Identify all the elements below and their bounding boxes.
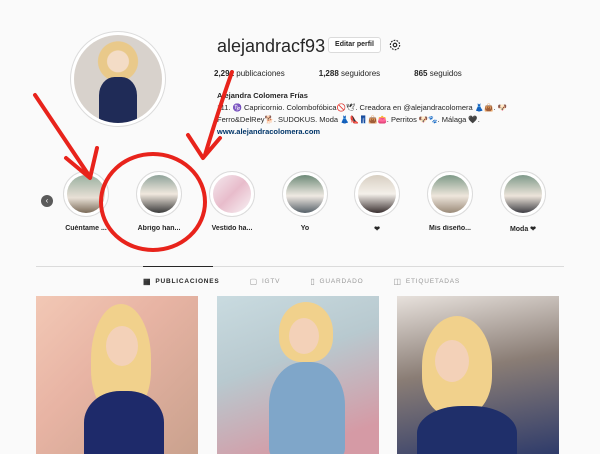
post-figure-dress [84, 391, 164, 454]
highlight-label: Abrigo han... [137, 225, 181, 232]
gear-icon[interactable] [388, 38, 402, 52]
highlight-item[interactable]: Vestido ha... [202, 171, 262, 232]
highlight-cover [213, 175, 251, 213]
post-figure-face [289, 318, 319, 354]
grid-icon: ▦ [143, 277, 152, 286]
bookmark-icon: ▯ [310, 277, 316, 286]
tab-label: PUBLICACIONES [155, 278, 220, 285]
post-figure-face [106, 326, 138, 366]
highlight-label: ❤ [374, 226, 380, 233]
tv-icon: ▢ [249, 277, 258, 286]
username: alejandracf93 [217, 36, 326, 56]
avatar-image [74, 35, 162, 123]
highlight-label: Vestido ha... [211, 225, 253, 232]
highlight-cover [358, 175, 396, 213]
tab-etiquetadas[interactable]: ◫ ETIQUETADAS [393, 277, 460, 286]
tag-icon: ◫ [393, 277, 402, 286]
highlight-cover [286, 175, 324, 213]
profile-tabs: ▦ PUBLICACIONES ▢ IGTV ▯ GUARDADO ◫ ETIQ… [143, 277, 460, 286]
highlight-label: Moda ❤ [509, 226, 537, 233]
profile-bio: Alejandra Colomera Frías 111. ♑ Capricor… [217, 90, 577, 138]
highlight-cover [504, 175, 542, 213]
post-thumbnail[interactable] [36, 296, 198, 454]
annotation-arrowhead-right [186, 133, 222, 160]
tab-publicaciones[interactable]: ▦ PUBLICACIONES [143, 277, 220, 286]
highlight-item[interactable]: Moda ❤ [493, 171, 553, 233]
post-figure-dress [269, 362, 345, 454]
followers-count[interactable]: 1,288 seguidores [319, 69, 380, 78]
post-thumbnail[interactable] [397, 296, 559, 454]
highlight-label: Yo [300, 225, 310, 232]
post-figure-face [435, 340, 469, 382]
profile-stats: 2,291 publicaciones 1,288 seguidores 865… [214, 69, 462, 78]
highlight-item[interactable]: Abrigo han... [129, 171, 189, 232]
highlight-label: Mis diseño... [428, 225, 471, 232]
full-name: Alejandra Colomera Frías [217, 91, 308, 100]
tab-guardado[interactable]: ▯ GUARDADO [310, 277, 363, 286]
post-thumbnail[interactable] [217, 296, 379, 454]
posts-count: 2,291 publicaciones [214, 69, 285, 78]
tabs-divider [36, 266, 564, 267]
highlight-cover [140, 175, 178, 213]
tab-igtv[interactable]: ▢ IGTV [250, 277, 281, 286]
story-highlights: ‹ Cuéntame ... Abrigo han... Vestido ha.… [38, 171, 578, 241]
highlight-label: Cuéntame ... [65, 225, 107, 232]
active-tab-indicator [143, 266, 213, 267]
post-figure-dress [417, 406, 517, 454]
tab-label: GUARDADO [319, 278, 364, 285]
tab-label: ETIQUETADAS [405, 278, 461, 285]
highlight-cover [67, 175, 105, 213]
profile-avatar[interactable] [70, 31, 166, 127]
chevron-left-icon[interactable]: ‹ [41, 195, 53, 207]
bio-line-2: Ferro&DelRey🐕. SUDOKUS. Moda 👗👠👖👜👛. Perr… [217, 115, 480, 124]
following-count[interactable]: 865 seguidos [414, 69, 462, 78]
highlight-item[interactable]: ❤ [347, 171, 407, 233]
bio-line-1: 111. ♑ Capricornio. Colombofóbica🚫🕊. Cre… [217, 103, 507, 112]
tab-label: IGTV [261, 278, 281, 285]
website-link[interactable]: www.alejandracolomera.com [217, 126, 577, 138]
highlight-item[interactable]: Mis diseño... [420, 171, 480, 232]
highlight-item[interactable]: Yo [275, 171, 335, 232]
edit-profile-button[interactable]: Editar perfil [328, 37, 381, 53]
highlight-item[interactable]: Cuéntame ... [56, 171, 116, 232]
highlight-cover [431, 175, 469, 213]
